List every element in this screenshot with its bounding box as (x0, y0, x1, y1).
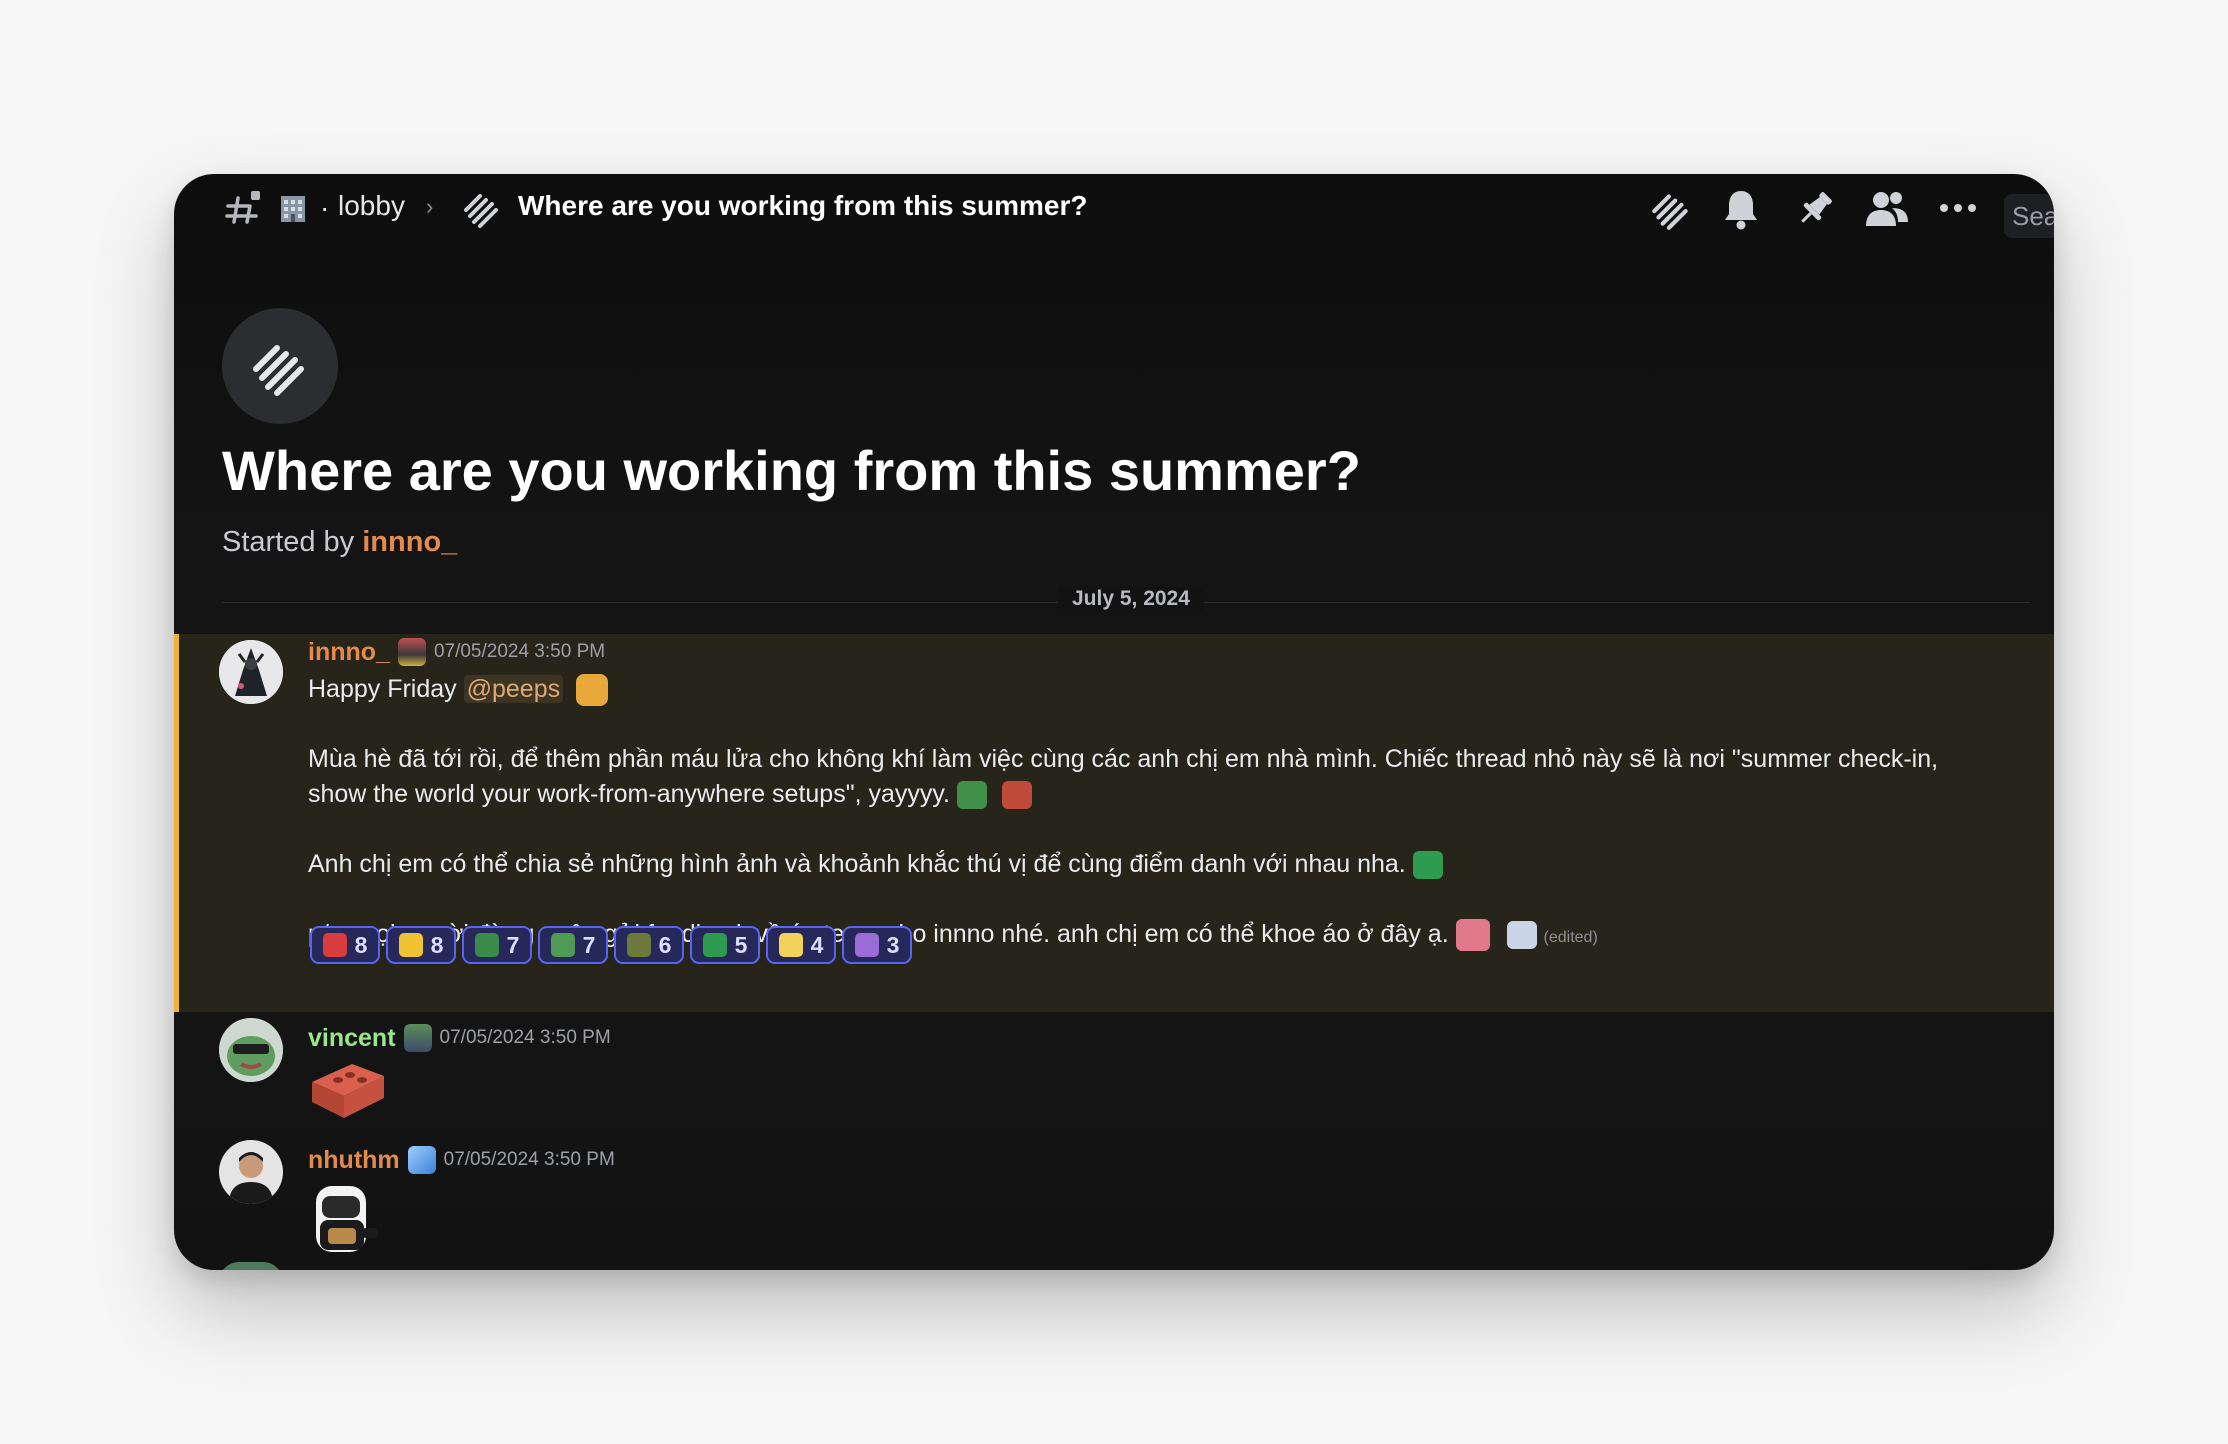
date-divider-label: July 5, 2024 (1058, 587, 1204, 611)
role-badge-icon (397, 638, 426, 666)
started-by-author[interactable]: innno_ (362, 526, 457, 558)
message-nhuthm[interactable]: nhuthm 07/05/2024 3:50 PM (174, 1130, 2054, 1270)
separator-dot: · (320, 192, 330, 223)
timestamp: 07/05/2024 3:50 PM (443, 1149, 615, 1170)
mention-peeps[interactable]: @peeps (463, 675, 564, 703)
brick-sticker[interactable] (308, 1058, 388, 1127)
cat-emoji (1506, 921, 1537, 950)
helmet-emoji-icon (626, 933, 651, 957)
message-header: innno_ 07/05/2024 3:50 PM (308, 634, 605, 670)
message-highlighted[interactable]: innno_ 07/05/2024 3:50 PM Happy Friday @… (174, 634, 2054, 1012)
pray-emoji-icon (398, 933, 423, 957)
thread-header: · lobby › Where are you working from thi… (174, 174, 2054, 244)
started-by-line: Started by innno_ (222, 526, 457, 559)
message-line-greeting: Happy Friday @peeps (308, 672, 1968, 707)
username[interactable]: innno_ (308, 638, 390, 667)
message-paragraph-share: Anh chị em có thể chia sẻ những hình ảnh… (308, 847, 1968, 882)
reaction-frog-laptop[interactable]: 5 (690, 926, 760, 964)
thread-title-header: Where are you working from this summer? (518, 190, 1088, 221)
avatar[interactable] (219, 1018, 283, 1082)
channel-name-link[interactable]: lobby (338, 190, 405, 222)
thread-hero-title: Where are you working from this summer? (222, 439, 1361, 502)
thread-window: · lobby › Where are you working from thi… (174, 174, 2054, 1270)
message-vincent[interactable]: vincent 07/05/2024 3:50 PM (174, 1010, 2054, 1130)
timestamp: 07/05/2024 3:50 PM (433, 641, 606, 662)
reaction-pepe-happy[interactable]: 7 (538, 926, 608, 964)
started-by-prefix: Started by (222, 526, 363, 558)
pikachu-wave-emoji (576, 674, 609, 707)
reaction-count: 6 (658, 931, 672, 958)
greeting-text: Happy Friday (308, 675, 464, 703)
thread-channel-icon[interactable] (224, 188, 264, 228)
reaction-pepe[interactable]: 7 (462, 926, 532, 964)
reaction-count: 8 (354, 931, 368, 958)
reaction-count: 8 (430, 931, 444, 958)
reaction-helmet[interactable]: 6 (614, 926, 684, 964)
message-header: vincent 07/05/2024 3:50 PM (308, 1020, 611, 1056)
tag-emoji-icon (854, 933, 879, 957)
frog-computer-emoji (1412, 851, 1443, 880)
frog-laptop-emoji (956, 781, 987, 810)
members-icon[interactable] (1864, 188, 1910, 230)
reaction-count: 7 (506, 931, 520, 958)
ice-cube-badge-icon (407, 1146, 436, 1174)
reaction-pray[interactable]: 8 (386, 926, 456, 964)
hug-heart-emoji (1455, 919, 1490, 952)
message-content: Happy Friday @peeps Mùa hè đã tới rồi, đ… (308, 672, 1968, 955)
reaction-tag[interactable]: 3 (842, 926, 912, 964)
username[interactable]: vincent (308, 1024, 396, 1053)
search-input[interactable]: Sea (2004, 194, 2054, 238)
more-options-icon[interactable] (1938, 196, 1978, 220)
pin-icon[interactable] (1794, 188, 1836, 230)
office-building-icon (278, 192, 308, 224)
thread-icon (460, 186, 504, 230)
pepe-happy-emoji-icon (550, 933, 575, 957)
air-fryer-sticker[interactable] (308, 1182, 382, 1265)
heart-emoji-icon (322, 933, 347, 957)
reaction-count: 7 (582, 931, 596, 958)
message-header: nhuthm 07/05/2024 3:50 PM (308, 1142, 615, 1178)
duck-emoji-icon (778, 933, 803, 957)
edited-label: (edited) (1543, 929, 1598, 946)
avatar[interactable] (219, 640, 283, 704)
pepe-emoji-icon (474, 933, 499, 957)
frog-laptop-emoji-icon (702, 933, 727, 957)
reaction-duck[interactable]: 4 (766, 926, 836, 964)
thread-hero-icon (222, 308, 338, 424)
reaction-count: 5 (734, 931, 748, 958)
role-badge-icon (403, 1024, 432, 1052)
avatar[interactable] (219, 1140, 283, 1204)
timestamp: 07/05/2024 3:50 PM (439, 1027, 611, 1048)
message-paragraph-intro: Mùa hè đã tới rồi, để thêm phần máu lửa … (308, 742, 1968, 812)
username[interactable]: nhuthm (308, 1146, 400, 1175)
bell-icon[interactable] (1722, 188, 1760, 230)
reaction-count: 3 (886, 931, 900, 958)
breadcrumb-chevron-icon: › (426, 194, 434, 219)
share-text: Anh chị em có thể chia sẻ những hình ảnh… (308, 850, 1406, 878)
reactions-bar: 8 8 7 7 6 5 4 3 (310, 926, 912, 964)
reaction-count: 4 (810, 931, 824, 958)
reaction-heart[interactable]: 8 (310, 926, 380, 964)
frog-red-emoji (1001, 781, 1032, 810)
intro-text: Mùa hè đã tới rồi, để thêm phần máu lửa … (308, 745, 1939, 808)
threads-icon[interactable] (1648, 186, 1694, 232)
